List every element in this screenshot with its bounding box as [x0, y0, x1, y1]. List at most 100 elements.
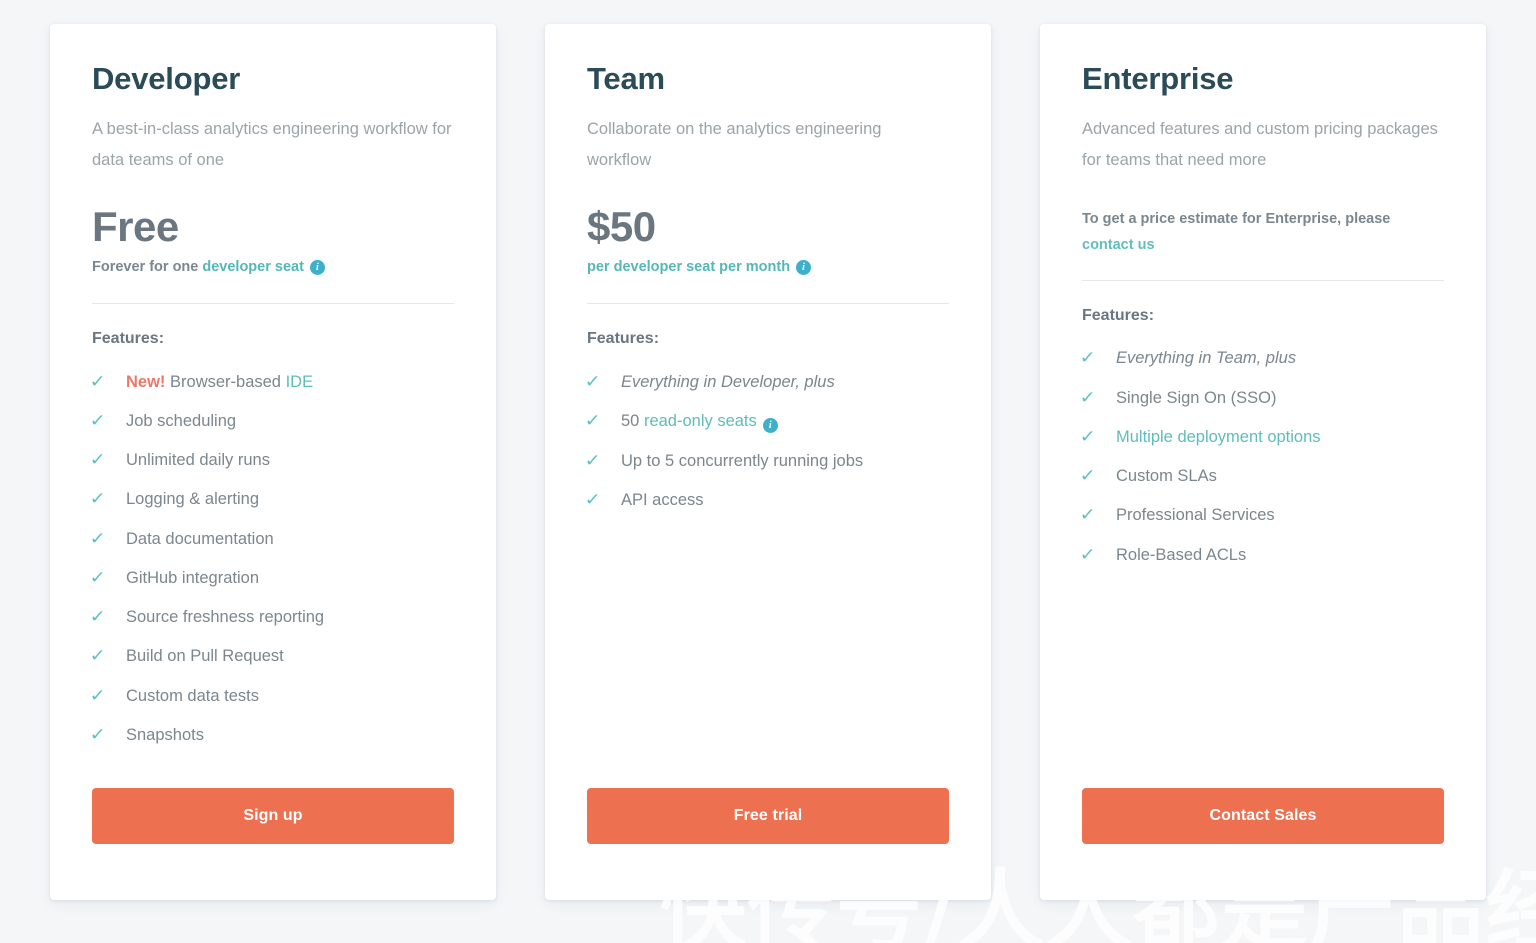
check-icon: ✓	[89, 489, 106, 509]
check-icon: ✓	[1079, 466, 1096, 486]
feature-label: Browser-based	[170, 372, 281, 391]
read-only-seats-link[interactable]: read-only seats	[644, 412, 757, 430]
pricing-plans-grid: Developer A best-in-class analytics engi…	[50, 24, 1486, 900]
list-item: ✓ 50 read-only seats i	[584, 401, 949, 441]
check-icon: ✓	[1079, 544, 1096, 564]
feature-text: Role-Based ACLs	[1116, 545, 1247, 564]
feature-text: Logging & alerting	[126, 490, 260, 509]
list-item: ✓ Single Sign On (SSO)	[1079, 378, 1444, 417]
contact-sales-button[interactable]: Contact Sales	[1082, 788, 1444, 844]
price-subtitle-developer: Forever for one developer seat i	[92, 258, 454, 277]
feature-text: Source freshness reporting	[126, 608, 325, 627]
features-list-team: ✓ Everything in Developer, plus ✓ 50 rea…	[584, 362, 949, 520]
feature-text: Build on Pull Request	[126, 647, 284, 666]
feature-text: API access	[621, 491, 704, 510]
feature-text: Data documentation	[126, 529, 274, 548]
list-item: ✓ Data documentation	[89, 519, 454, 558]
list-item: ✓ New! Browser-based IDE	[89, 362, 454, 401]
feature-text: 50 read-only seats i	[621, 410, 949, 433]
check-icon: ✓	[89, 371, 106, 391]
features-list-developer: ✓ New! Browser-based IDE ✓ Job schedulin…	[89, 362, 454, 755]
check-icon: ✓	[1079, 387, 1096, 407]
plan-card-enterprise: Enterprise Advanced features and custom …	[1040, 24, 1486, 900]
check-icon: ✓	[1079, 426, 1096, 446]
list-item: ✓ Custom SLAs	[1079, 457, 1444, 496]
check-icon: ✓	[584, 450, 601, 470]
signup-button[interactable]: Sign up	[92, 788, 454, 844]
list-item: ✓ Logging & alerting	[89, 480, 454, 519]
feature-text: Job scheduling	[126, 411, 237, 430]
new-badge: New!	[126, 372, 166, 391]
list-item: ✓ GitHub integration	[89, 558, 454, 597]
feature-text: Custom data tests	[126, 686, 259, 705]
feature-text: Everything in Team, plus	[1116, 349, 1297, 368]
developer-seat-link[interactable]: developer seat	[202, 258, 304, 277]
features-list-enterprise: ✓ Everything in Team, plus ✓ Single Sign…	[1079, 339, 1444, 575]
feature-text: GitHub integration	[126, 568, 259, 587]
enterprise-note-text: To get a price estimate for Enterprise, …	[1082, 211, 1391, 228]
list-item: ✓ Custom data tests	[89, 676, 454, 715]
check-icon: ✓	[1079, 505, 1096, 525]
features-label-developer: Features:	[92, 330, 165, 348]
check-icon: ✓	[584, 490, 601, 510]
list-item: ✓ Unlimited daily runs	[89, 441, 454, 480]
list-item: ✓ Job scheduling	[89, 401, 454, 440]
plan-description-team: Collaborate on the analytics engineering…	[587, 120, 882, 169]
info-icon[interactable]: i	[309, 260, 325, 276]
features-label-enterprise: Features:	[1082, 306, 1155, 324]
check-icon: ✓	[89, 607, 106, 627]
feature-text: Unlimited daily runs	[126, 451, 270, 470]
check-icon: ✓	[584, 410, 601, 430]
price-sub-prefix-developer: Forever for one	[92, 259, 199, 276]
price-amount-team: $50	[587, 203, 656, 251]
enterprise-price-note: To get a price estimate for Enterprise, …	[1082, 207, 1444, 258]
feature-text: Professional Services	[1116, 506, 1275, 525]
features-label-team: Features:	[587, 330, 660, 348]
feature-text: Custom SLAs	[1116, 467, 1217, 486]
check-icon: ✓	[89, 450, 106, 470]
info-icon[interactable]: i	[796, 260, 812, 276]
info-icon[interactable]: i	[762, 417, 778, 433]
feature-text: New! Browser-based IDE	[126, 371, 454, 393]
list-item: ✓ Everything in Developer, plus	[584, 362, 949, 401]
list-item: ✓ Multiple deployment options	[1079, 417, 1444, 456]
contact-us-link[interactable]: contact us	[1082, 233, 1444, 258]
feature-text: Snapshots	[126, 725, 204, 744]
price-subtitle-team: per developer seat per month i	[587, 258, 949, 277]
divider	[92, 303, 454, 305]
feature-text: Everything in Developer, plus	[621, 372, 835, 391]
seat-count: 50	[621, 411, 640, 430]
plan-description-developer: A best-in-class analytics engineering wo…	[92, 120, 452, 169]
per-seat-link[interactable]: per developer seat per month	[587, 258, 790, 277]
feature-text: Up to 5 concurrently running jobs	[621, 451, 864, 470]
list-item: ✓ Source freshness reporting	[89, 598, 454, 637]
plan-card-team: Team Collaborate on the analytics engine…	[545, 24, 991, 900]
check-icon: ✓	[89, 567, 106, 587]
price-amount-developer: Free	[92, 203, 179, 251]
check-icon: ✓	[89, 528, 106, 548]
check-icon: ✓	[584, 371, 601, 391]
check-icon: ✓	[1079, 348, 1096, 368]
list-item: ✓ Build on Pull Request	[89, 637, 454, 676]
list-item: ✓ Snapshots	[89, 715, 454, 754]
check-icon: ✓	[89, 724, 106, 744]
plan-title-team: Team	[587, 61, 665, 96]
plan-title-enterprise: Enterprise	[1082, 61, 1234, 96]
divider	[587, 303, 949, 305]
list-item: ✓ Everything in Team, plus	[1079, 339, 1444, 378]
plan-description-enterprise: Advanced features and custom pricing pac…	[1082, 120, 1438, 169]
plan-card-developer: Developer A best-in-class analytics engi…	[50, 24, 496, 900]
multiple-deployment-options-link[interactable]: Multiple deployment options	[1116, 426, 1444, 448]
ide-link[interactable]: IDE	[286, 373, 314, 391]
free-trial-button[interactable]: Free trial	[587, 788, 949, 844]
list-item: ✓ Professional Services	[1079, 496, 1444, 535]
check-icon: ✓	[89, 410, 106, 430]
plan-title-developer: Developer	[92, 61, 241, 96]
divider	[1082, 279, 1444, 281]
price-block-team: $50 per developer seat per month i	[587, 205, 949, 277]
price-block-developer: Free Forever for one developer seat i	[92, 205, 454, 277]
list-item: ✓ API access	[584, 481, 949, 520]
check-icon: ✓	[89, 685, 106, 705]
check-icon: ✓	[89, 646, 106, 666]
feature-text: Single Sign On (SSO)	[1116, 388, 1277, 407]
